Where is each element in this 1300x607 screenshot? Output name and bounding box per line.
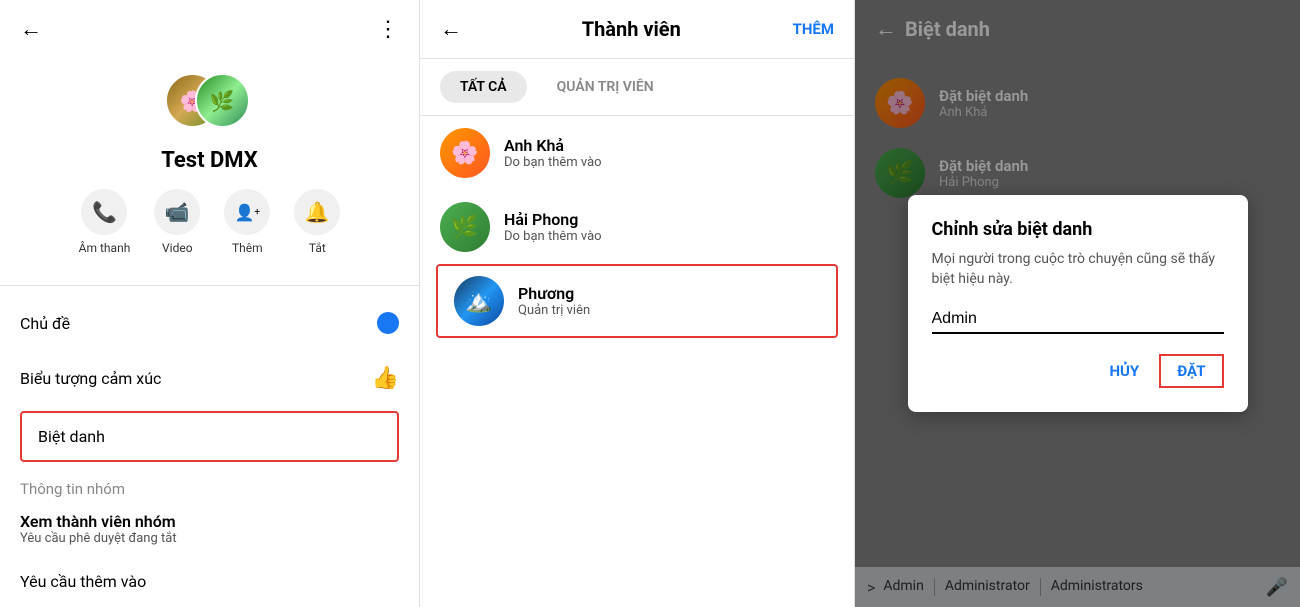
- set-button[interactable]: ĐẶT: [1159, 354, 1223, 388]
- mute-button[interactable]: 🔔 Tắt: [294, 189, 340, 255]
- avatar-section: 🌸 🌿 Test DMX 📞 Âm thanh 📹 Video 👤+ Thêm …: [0, 58, 419, 275]
- action-buttons: 📞 Âm thanh 📹 Video 👤+ Thêm 🔔 Tắt: [79, 189, 341, 255]
- avatar-phuong: 🏔️: [454, 276, 504, 326]
- video-label: Video: [162, 241, 193, 255]
- view-members-label: Xem thành viên nhóm: [20, 512, 399, 531]
- panel1-header: ← ⋮: [0, 0, 419, 58]
- member-name-anh-kha: Anh Khả: [504, 136, 834, 155]
- divider-1: [0, 285, 419, 286]
- bell-icon: 🔔: [294, 189, 340, 235]
- panel-group-info: ← ⋮ 🌸 🌿 Test DMX 📞 Âm thanh 📹 Video 👤+: [0, 0, 420, 607]
- back-button[interactable]: ←: [20, 16, 42, 42]
- group-members-item[interactable]: Xem thành viên nhóm Yêu cầu phê duyệt đa…: [0, 502, 419, 556]
- member-info-hai-phong: Hải Phong Do bạn thêm vào: [504, 210, 834, 244]
- emoji-menu-item[interactable]: Biểu tượng cảm xúc 👍: [0, 350, 419, 407]
- tab-all[interactable]: TẤT CẢ: [440, 71, 527, 103]
- more-button[interactable]: ⋮: [377, 17, 399, 42]
- theme-menu-item[interactable]: Chủ đề: [0, 296, 419, 350]
- nickname-input[interactable]: [932, 306, 1224, 334]
- add-request-item[interactable]: Yêu cầu thêm vào: [0, 556, 419, 607]
- emoji-label: Biểu tượng cảm xúc: [20, 369, 161, 388]
- audio-button[interactable]: 📞 Âm thanh: [79, 189, 131, 255]
- approval-status: Yêu cầu phê duyệt đang tắt: [20, 531, 399, 546]
- add-member-button[interactable]: THÊM: [793, 20, 834, 38]
- modal-overlay: Chỉnh sửa biệt danh Mọi người trong cuộc…: [855, 0, 1300, 607]
- member-item-hai-phong[interactable]: 🌿 Hải Phong Do bạn thêm vào: [420, 190, 854, 264]
- add-label: Thêm: [232, 241, 263, 255]
- phone-icon: 📞: [81, 189, 127, 235]
- member-sub-phuong: Quản trị viên: [518, 303, 820, 318]
- theme-icon: [377, 312, 399, 334]
- panel2-header: ← Thành viên THÊM: [420, 0, 854, 59]
- group-name: Test DMX: [161, 148, 257, 173]
- avatar-anh-kha: 🌸: [440, 128, 490, 178]
- theme-label: Chủ đề: [20, 314, 70, 333]
- add-member-button[interactable]: 👤+ Thêm: [224, 189, 270, 255]
- add-request-label: Yêu cầu thêm vào: [20, 572, 146, 591]
- modal-description: Mọi người trong cuộc trò chuyện cũng sẽ …: [932, 250, 1224, 289]
- member-item-phuong[interactable]: 🏔️ Phương Quản trị viên: [436, 264, 838, 338]
- thumbs-up-icon: 👍: [372, 366, 399, 391]
- tab-admin[interactable]: QUẢN TRỊ VIÊN: [537, 71, 674, 103]
- panel-nickname: ← Biệt danh 🌸 Đặt biệt danh Anh Khả 🌿 Đặ…: [855, 0, 1300, 607]
- member-tabs: TẤT CẢ QUẢN TRỊ VIÊN: [420, 59, 854, 116]
- modal-actions: HỦY ĐẶT: [932, 354, 1224, 388]
- edit-nickname-modal: Chỉnh sửa biệt danh Mọi người trong cuộc…: [908, 195, 1248, 411]
- cancel-button[interactable]: HỦY: [1109, 362, 1139, 380]
- mute-label: Tắt: [309, 241, 326, 255]
- member-sub-hai-phong: Do bạn thêm vào: [504, 229, 834, 244]
- video-button[interactable]: 📹 Video: [154, 189, 200, 255]
- member-info-phuong: Phương Quản trị viên: [518, 284, 820, 318]
- video-icon: 📹: [154, 189, 200, 235]
- panel2-back-button[interactable]: ←: [440, 16, 462, 42]
- modal-title: Chỉnh sửa biệt danh: [932, 219, 1224, 240]
- panel-members: ← Thành viên THÊM TẤT CẢ QUẢN TRỊ VIÊN 🌸…: [420, 0, 855, 607]
- nickname-label: Biệt danh: [38, 427, 105, 446]
- avatar-2: 🌿: [195, 73, 250, 128]
- member-name-phuong: Phương: [518, 284, 820, 303]
- member-item-anh-kha[interactable]: 🌸 Anh Khả Do bạn thêm vào: [420, 116, 854, 190]
- audio-label: Âm thanh: [79, 241, 131, 255]
- group-avatar: 🌸 🌿: [165, 68, 255, 138]
- member-name-hai-phong: Hải Phong: [504, 210, 834, 229]
- avatar-hai-phong: 🌿: [440, 202, 490, 252]
- section-label: Thông tin nhóm: [0, 466, 419, 502]
- member-sub-anh-kha: Do bạn thêm vào: [504, 155, 834, 170]
- panel2-title: Thành viên: [582, 17, 681, 41]
- member-info-anh-kha: Anh Khả Do bạn thêm vào: [504, 136, 834, 170]
- add-person-icon: 👤+: [224, 189, 270, 235]
- nickname-menu-item[interactable]: Biệt danh: [20, 411, 399, 462]
